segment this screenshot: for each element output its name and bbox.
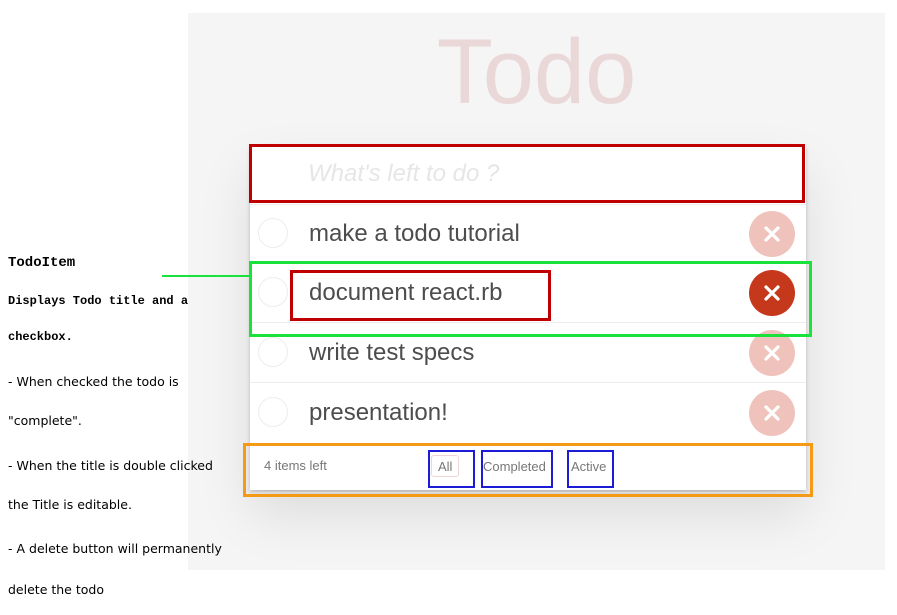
todo-title[interactable]: make a todo tutorial — [309, 220, 520, 248]
annotation-note-line: - When checked the todo is — [8, 374, 179, 389]
new-todo-header — [250, 145, 806, 205]
filter-completed[interactable]: Completed — [476, 455, 553, 477]
todo-item[interactable]: write test specs — [250, 324, 806, 383]
todo-footer: 4 items left All Completed Active — [250, 444, 806, 493]
close-icon — [764, 226, 780, 242]
annotation-note-line: - When the title is double clicked — [8, 458, 213, 473]
close-icon — [764, 285, 780, 301]
new-todo-input[interactable] — [308, 157, 788, 191]
items-left-count: 4 items left — [264, 458, 327, 473]
app-title: Todo — [436, 21, 637, 123]
delete-todo-button[interactable] — [749, 390, 795, 436]
todo-checkbox[interactable] — [258, 218, 288, 248]
annotation-connector — [162, 275, 250, 277]
close-icon — [764, 405, 780, 421]
todo-item[interactable]: make a todo tutorial — [250, 205, 806, 264]
annotation-heading: TodoItem — [8, 255, 76, 271]
todo-item[interactable]: presentation! — [250, 384, 806, 444]
todo-title[interactable]: document react.rb — [309, 279, 502, 307]
annotation-note-line: the Title is editable. — [8, 497, 132, 512]
todo-checkbox[interactable] — [258, 277, 288, 307]
annotation-description-line: Displays Todo title and a — [8, 294, 189, 308]
todo-checkbox[interactable] — [258, 337, 288, 367]
close-icon — [764, 345, 780, 361]
delete-todo-button[interactable] — [749, 211, 795, 257]
todo-app: make a todo tutorial document react.rb w… — [250, 145, 806, 493]
annotation-note-line: delete the todo — [8, 582, 104, 597]
annotation-description-line: checkbox. — [8, 330, 73, 344]
filter-all[interactable]: All — [431, 455, 460, 477]
todo-title[interactable]: presentation! — [309, 399, 448, 427]
todo-item[interactable]: document react.rb — [250, 264, 806, 323]
delete-todo-button[interactable] — [749, 330, 795, 376]
annotation-note-line: - A delete button will permanently — [8, 541, 222, 556]
todo-title[interactable]: write test specs — [309, 339, 474, 367]
filter-active[interactable]: Active — [564, 455, 613, 477]
annotation-note-line: "complete". — [8, 413, 82, 428]
delete-todo-button[interactable] — [749, 270, 795, 316]
footer-stack-shadow — [250, 490, 806, 493]
todo-checkbox[interactable] — [258, 397, 288, 427]
